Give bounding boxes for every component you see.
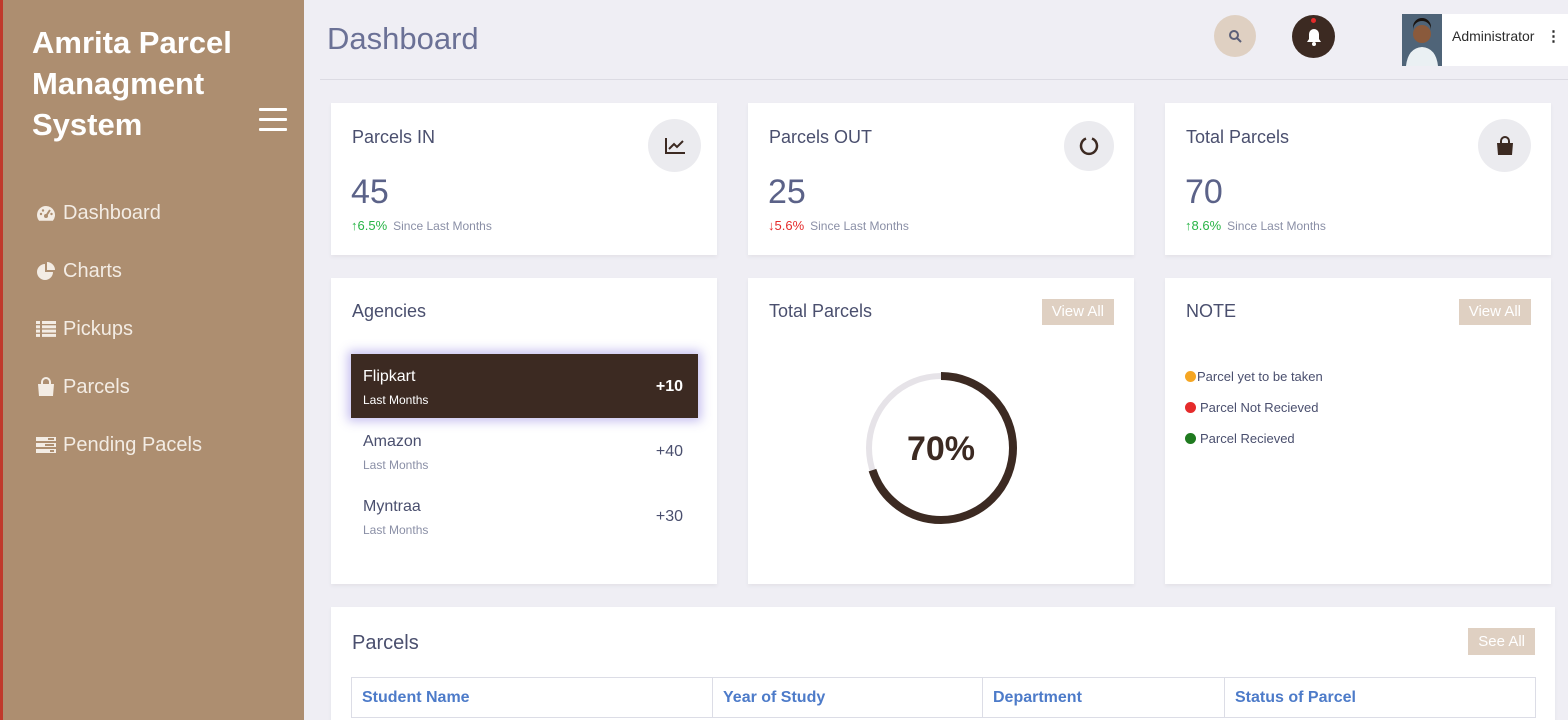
sidebar-item-label: Parcels bbox=[63, 375, 130, 398]
list-item-flipkart[interactable]: Flipkart Last Months +10 bbox=[351, 354, 698, 418]
note-label: Parcel Recieved bbox=[1200, 431, 1295, 446]
agency-period: Last Months bbox=[363, 458, 429, 472]
stat-card-total-parcels: Total Parcels 70 ↑ 8.6% Since Last Month… bbox=[1165, 103, 1551, 255]
stat-value: 25 bbox=[768, 173, 806, 211]
stat-value: 70 bbox=[1185, 173, 1223, 211]
sidebar-item-label: Dashboard bbox=[63, 201, 161, 224]
search-button[interactable] bbox=[1214, 15, 1256, 57]
sidebar-item-charts[interactable]: Charts bbox=[35, 242, 202, 300]
total-parcels-title: Total Parcels bbox=[769, 301, 873, 321]
agency-period: Last Months bbox=[363, 523, 429, 537]
brand-title: Amrita Parcel Managment System bbox=[32, 25, 232, 142]
parcels-table: Student Name Year of Study Department St… bbox=[351, 677, 1536, 718]
note-item-not-received: Parcel Not Recieved bbox=[1185, 400, 1319, 415]
stat-value: 45 bbox=[351, 173, 389, 211]
column-header-status[interactable]: Status of Parcel bbox=[1224, 677, 1536, 718]
sidebar-item-label: Charts bbox=[63, 259, 122, 282]
agency-name: Amazon bbox=[363, 433, 422, 450]
sidebar-item-pending-parcels[interactable]: Pending Pacels bbox=[35, 416, 202, 474]
more-options-icon[interactable]: ⋮ bbox=[1546, 27, 1561, 45]
sidebar-nav: Dashboard Charts Pickups Parcels Pending… bbox=[35, 184, 202, 474]
column-header-student-name[interactable]: Student Name bbox=[351, 677, 713, 718]
see-all-button[interactable]: See All bbox=[1468, 628, 1535, 655]
status-dot-icon bbox=[1185, 371, 1196, 382]
page-title: Dashboard bbox=[327, 21, 479, 56]
stat-trend-label: Since Last Months bbox=[1227, 218, 1326, 233]
sidebar-item-pickups[interactable]: Pickups bbox=[35, 300, 202, 358]
agency-name: Flipkart bbox=[363, 368, 416, 385]
parcels-table-card: Parcels See All Student Name Year of Stu… bbox=[331, 607, 1555, 720]
stat-title: Total Parcels bbox=[1186, 127, 1290, 147]
stat-trend: ↑ 6.5% Since Last Months bbox=[351, 218, 492, 233]
note-card: NOTE View All Parcel yet to be taken Par… bbox=[1165, 278, 1551, 584]
status-dot-icon bbox=[1185, 402, 1196, 413]
user-menu[interactable]: Administrator ⋮ bbox=[1402, 14, 1568, 66]
notifications-button[interactable] bbox=[1292, 15, 1335, 58]
view-all-button[interactable]: View All bbox=[1458, 299, 1531, 325]
stat-title: Parcels OUT bbox=[769, 127, 873, 147]
sidebar: Amrita Parcel Managment System Dashboard… bbox=[0, 0, 304, 720]
main-content: Dashboard Administrator ⋮ Parcels IN 45 … bbox=[304, 0, 1568, 720]
list-item-myntraa[interactable]: Myntraa Last Months +30 bbox=[351, 484, 698, 548]
stat-trend: ↓ 5.6% Since Last Months bbox=[768, 218, 909, 233]
menu-toggle-icon[interactable] bbox=[259, 108, 287, 138]
sidebar-item-label: Pickups bbox=[63, 317, 134, 340]
tasks-icon bbox=[35, 436, 57, 454]
stat-title: Parcels IN bbox=[352, 127, 436, 147]
bell-icon bbox=[1306, 28, 1321, 46]
stat-trend-value: 8.6% bbox=[1191, 218, 1222, 233]
circle-notch-icon bbox=[1064, 121, 1114, 171]
total-parcels-card: Total Parcels View All 70% bbox=[748, 278, 1134, 584]
sidebar-item-parcels[interactable]: Parcels bbox=[35, 358, 202, 416]
note-title: NOTE bbox=[1186, 301, 1237, 321]
agency-count: +30 bbox=[655, 508, 683, 525]
stat-trend-value: 6.5% bbox=[357, 218, 388, 233]
parcels-table-title: Parcels bbox=[352, 632, 419, 654]
agencies-title: Agencies bbox=[352, 301, 427, 321]
stat-trend: ↑ 8.6% Since Last Months bbox=[1185, 218, 1326, 233]
agency-name: Myntraa bbox=[363, 498, 421, 515]
shopping-bag-icon bbox=[35, 377, 57, 397]
progress-donut: 70% bbox=[865, 372, 1017, 524]
line-chart-icon bbox=[648, 119, 701, 172]
donut-percent-label: 70% bbox=[907, 430, 975, 468]
list-icon bbox=[35, 321, 57, 337]
agencies-card: Agencies Flipkart Last Months +10 Amazon… bbox=[331, 278, 717, 584]
dashboard-icon bbox=[35, 204, 57, 222]
user-name: Administrator bbox=[1452, 28, 1535, 44]
shopping-bag-icon bbox=[1478, 119, 1531, 172]
pie-chart-icon bbox=[35, 262, 57, 280]
stat-card-parcels-out: Parcels OUT 25 ↓ 5.6% Since Last Months bbox=[748, 103, 1134, 255]
agency-count: +10 bbox=[655, 378, 683, 395]
stat-card-parcels-in: Parcels IN 45 ↑ 6.5% Since Last Months bbox=[331, 103, 717, 255]
notification-dot bbox=[1311, 18, 1316, 23]
stat-trend-label: Since Last Months bbox=[810, 218, 909, 233]
avatar bbox=[1402, 14, 1442, 66]
agency-period: Last Months bbox=[363, 393, 429, 407]
stat-trend-label: Since Last Months bbox=[393, 218, 492, 233]
list-item-amazon[interactable]: Amazon Last Months +40 bbox=[351, 419, 698, 483]
note-item-received: Parcel Recieved bbox=[1185, 431, 1295, 446]
note-label: Parcel yet to be taken bbox=[1197, 369, 1323, 384]
table-header-row: Student Name Year of Study Department St… bbox=[351, 677, 1536, 718]
stat-trend-value: 5.6% bbox=[774, 218, 805, 233]
sidebar-item-label: Pending Pacels bbox=[63, 433, 202, 456]
search-icon bbox=[1229, 30, 1242, 43]
column-header-year-of-study[interactable]: Year of Study bbox=[712, 677, 983, 718]
column-header-department[interactable]: Department bbox=[982, 677, 1225, 718]
view-all-button[interactable]: View All bbox=[1041, 299, 1114, 325]
sidebar-item-dashboard[interactable]: Dashboard bbox=[35, 184, 202, 242]
status-dot-icon bbox=[1185, 433, 1196, 444]
topbar: Dashboard Administrator ⋮ bbox=[320, 0, 1568, 80]
agency-count: +40 bbox=[655, 443, 683, 460]
note-label: Parcel Not Recieved bbox=[1200, 400, 1319, 415]
note-item-yet-to-be-taken: Parcel yet to be taken bbox=[1185, 369, 1323, 384]
